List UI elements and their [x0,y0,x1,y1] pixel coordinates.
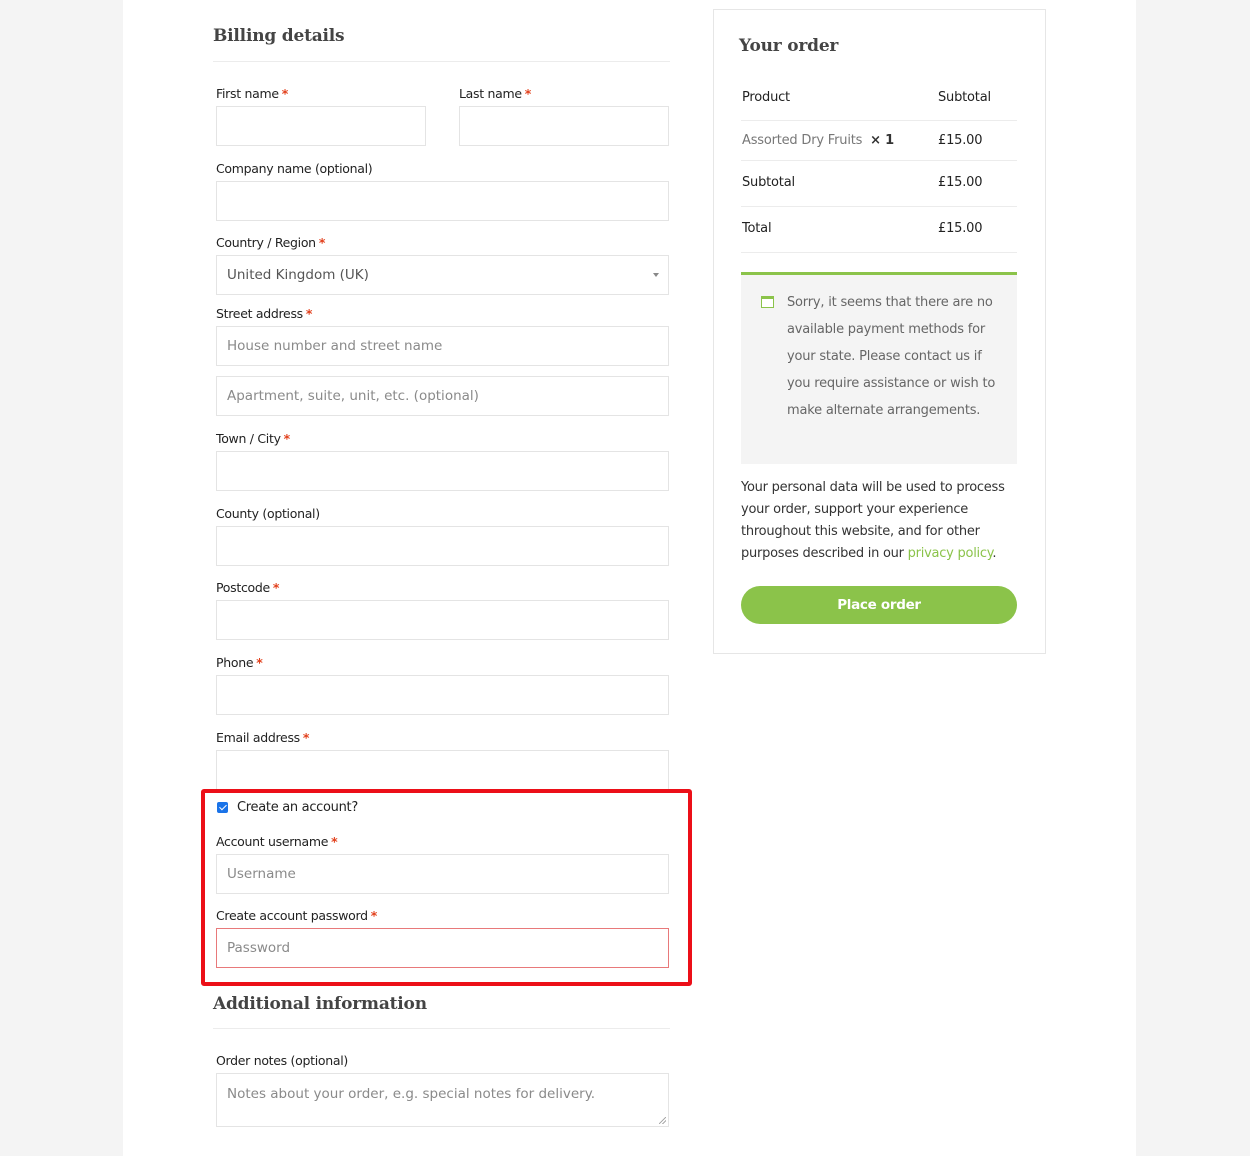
street-address-line2-input[interactable]: Apartment, suite, unit, etc. (optional) [216,376,669,416]
street-address-label: Street address * [216,306,313,321]
required-marker: * [256,655,263,670]
order-notes-textarea[interactable]: Notes about your order, e.g. special not… [216,1073,669,1127]
checkout-page: Billing details First name * Last name * C… [123,0,1136,1156]
first-name-input[interactable] [216,106,426,146]
country-select[interactable]: United Kingdom (UK) [216,255,669,295]
billing-details-heading: Billing details [213,26,345,46]
privacy-policy-link[interactable]: privacy policy [908,546,993,561]
chevron-down-icon [653,273,659,277]
total-value: £15.00 [938,221,983,236]
subtotal-label: Subtotal [742,175,795,190]
country-value: United Kingdom (UK) [227,267,369,283]
last-name-input[interactable] [459,106,669,146]
place-order-button[interactable]: Place order [741,586,1017,624]
info-window-icon [761,296,774,308]
divider [213,61,670,62]
username-input[interactable]: Username [216,854,669,894]
email-label: Email address * [216,730,310,745]
street-address-line1-input[interactable]: House number and street name [216,326,669,366]
required-marker: * [283,431,291,446]
phone-input[interactable] [216,675,669,715]
postcode-input[interactable] [216,600,669,640]
required-marker: * [318,235,326,250]
order-item-quantity: × 1 [870,133,895,148]
payment-methods-notice: Sorry, it seems that there are no availa… [741,272,1017,464]
order-notes-label: Order notes (optional) [216,1053,348,1068]
subtotal-value: £15.00 [938,175,983,190]
divider [213,1028,670,1029]
username-label: Account username * [216,834,338,849]
county-label: County (optional) [216,506,320,521]
postcode-label: Postcode * [216,580,280,595]
divider [741,206,1017,207]
town-label: Town / City * [216,431,290,446]
required-marker: * [524,86,532,101]
create-account-checkbox[interactable] [217,802,228,813]
column-header-subtotal: Subtotal [938,90,991,105]
additional-information-heading: Additional information [213,994,427,1014]
column-header-product: Product [742,90,790,105]
town-input[interactable] [216,451,669,491]
create-account-label: Create an account? [237,800,358,815]
order-review-panel: Your order Product Subtotal Assorted Dry… [713,9,1046,654]
county-input[interactable] [216,526,669,566]
required-marker: * [281,86,289,101]
your-order-heading: Your order [739,36,839,56]
required-marker: * [272,580,280,595]
total-label: Total [742,221,772,236]
first-name-label: First name * [216,86,288,101]
payment-notice-text: Sorry, it seems that there are no availa… [787,295,996,418]
required-marker: * [305,306,313,321]
password-label: Create account password * [216,908,377,923]
divider [741,120,1017,121]
company-label: Company name (optional) [216,161,373,176]
divider [741,160,1017,161]
order-item-subtotal: £15.00 [938,133,983,148]
required-marker: * [370,908,378,923]
order-item-name: Assorted Dry Fruits × 1 [742,133,895,148]
password-input[interactable]: Password [216,928,669,968]
create-account-toggle[interactable]: Create an account? [216,799,416,817]
required-marker: * [331,834,338,849]
country-label: Country / Region * [216,235,326,250]
divider [741,252,1017,253]
resize-handle-icon[interactable] [659,1117,666,1124]
required-marker: * [302,730,310,745]
last-name-label: Last name * [459,86,532,101]
order-notes-placeholder: Notes about your order, e.g. special not… [227,1086,596,1102]
company-input[interactable] [216,181,669,221]
email-input[interactable] [216,750,669,790]
phone-label: Phone * [216,655,263,670]
privacy-notice: Your personal data will be used to proce… [741,480,1005,561]
